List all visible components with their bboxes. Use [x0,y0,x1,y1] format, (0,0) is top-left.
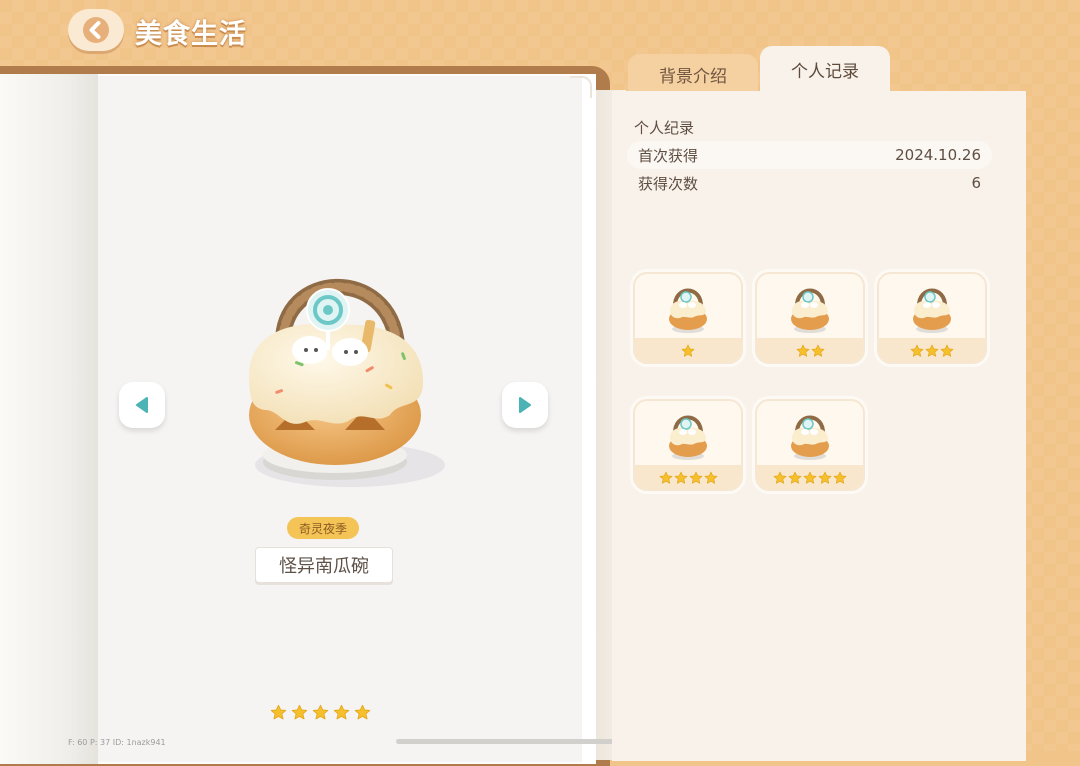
triangle-left-icon [136,397,148,413]
star-icon [333,704,350,720]
page-corner-decoration [570,76,592,98]
pumpkin-bowl-icon [669,415,707,460]
card-stars [635,471,741,485]
variant-card[interactable] [755,272,865,364]
star-icon [811,344,824,357]
star-icon [796,344,809,357]
star-icon [354,704,371,720]
record-label: 获得次数 [638,174,699,193]
star-icon [788,471,802,484]
pumpkin-bowl-illustration [225,250,455,500]
card-stars [635,344,741,358]
tab-personal-record[interactable]: 个人记录 [760,46,890,92]
star-icon [674,471,687,484]
variant-card[interactable] [633,272,743,364]
variant-card[interactable] [877,272,987,364]
record-row-obtain-count: 获得次数 6 [627,169,992,197]
item-name: 怪异南瓜碗 [255,547,393,583]
triangle-right-icon [519,397,531,413]
record-label: 首次获得 [638,146,699,165]
star-icon [925,344,939,357]
card-stars [879,344,985,358]
star-icon [910,344,924,357]
star-icon [312,704,329,720]
star-icon [940,344,954,357]
record-section-title: 个人纪录 [634,119,695,137]
star-icon [291,704,308,720]
card-stars [757,471,863,485]
season-tag: 奇灵夜季 [287,517,359,539]
record-value: 2024.10.26 [895,146,981,164]
pumpkin-bowl-icon [248,278,445,487]
page-fold [0,74,98,764]
chevron-left-icon [83,17,109,43]
tab-background-intro[interactable]: 背景介绍 [628,54,758,94]
star-icon [681,344,695,357]
pumpkin-bowl-icon [913,288,951,333]
pumpkin-bowl-icon [669,288,707,333]
star-icon [833,471,847,484]
debug-info: F: 60 P: 37 ID: 1nazk941 [68,738,166,747]
star-icon [818,471,832,484]
star-icon [659,471,672,484]
item-rating [270,704,371,721]
pumpkin-bowl-icon [791,415,829,460]
variant-card[interactable] [633,399,743,491]
pumpkin-bowl-icon [791,288,829,333]
record-value: 6 [971,174,981,192]
star-icon [270,704,287,720]
page-edge [582,74,596,764]
star-icon [773,471,787,484]
star-icon [689,471,702,484]
star-icon [704,471,717,484]
page-title: 美食生活 [135,19,247,50]
record-row-first-obtained: 首次获得 2024.10.26 [627,141,992,169]
star-icon [803,471,817,484]
variant-card[interactable] [755,399,865,491]
card-stars [757,344,863,358]
previous-item-button[interactable] [119,382,165,428]
back-button[interactable] [68,9,124,51]
next-item-button[interactable] [502,382,548,428]
